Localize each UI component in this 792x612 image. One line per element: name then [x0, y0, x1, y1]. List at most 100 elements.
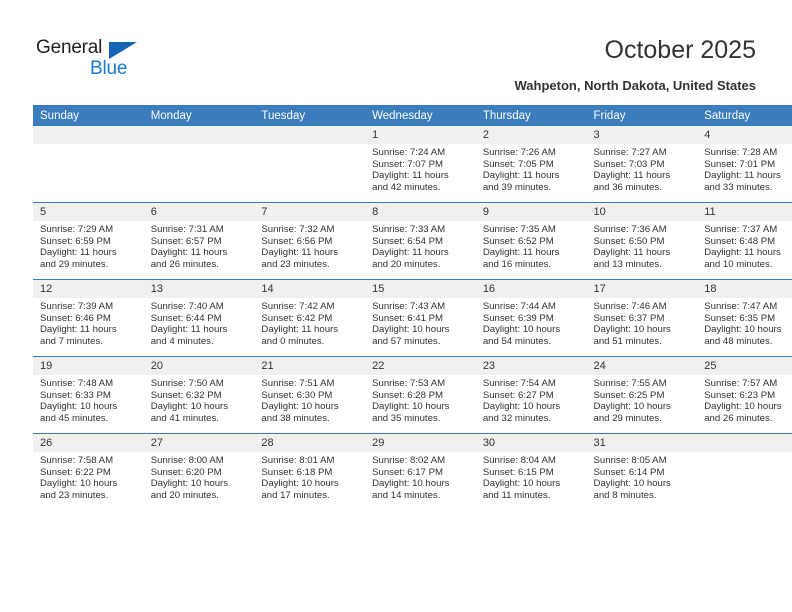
- sunset-time: Sunset: 7:03 PM: [593, 158, 665, 170]
- sunset-time: Sunset: 6:48 PM: [704, 235, 776, 247]
- daylight-duration-line2: and 41 minutes.: [150, 412, 219, 424]
- calendar-day-cell[interactable]: 27 Sunrise: 8:00 AM Sunset: 6:20 PM Dayligh…: [143, 433, 255, 510]
- sunset-time: Sunset: 6:25 PM: [593, 389, 665, 401]
- calendar-day-cell[interactable]: 4 Sunrise: 7:28 AM Sunset: 7:01 PM Daylight…: [697, 126, 792, 203]
- calendar-day-cell[interactable]: 26 Sunrise: 7:58 AM Sunset: 6:22 PM Dayligh…: [33, 433, 144, 510]
- day-details: Sunrise: 7:57 AM Sunset: 6:23 PM Daylight:…: [697, 375, 792, 424]
- calendar-day-cell[interactable]: 7 Sunrise: 7:32 AM Sunset: 6:56 PM Daylight…: [254, 202, 366, 280]
- day-details: Sunrise: 7:47 AM Sunset: 6:35 PM Daylight:…: [697, 298, 792, 347]
- calendar-day-cell[interactable]: 22 Sunrise: 7:53 AM Sunset: 6:28 PM Dayligh…: [365, 356, 476, 434]
- day-number: 8: [365, 203, 476, 221]
- calendar-table: Sunday Monday Tuesday Wednesday Thursday…: [33, 105, 792, 510]
- calendar-day-cell[interactable]: 25 Sunrise: 7:57 AM Sunset: 6:23 PM Dayligh…: [697, 356, 792, 434]
- day-details: Sunrise: 7:31 AM Sunset: 6:57 PM Daylight:…: [144, 221, 255, 270]
- calendar-day-cell[interactable]: 2 Sunrise: 7:26 AM Sunset: 7:05 PM Daylight…: [475, 126, 587, 203]
- day-details: Sunrise: 8:00 AM Sunset: 6:20 PM Daylight:…: [144, 452, 255, 501]
- daylight-duration-line2: and 26 minutes.: [704, 412, 773, 424]
- day-details: Sunrise: 7:44 AM Sunset: 6:39 PM Daylight:…: [476, 298, 587, 347]
- day-number: 3: [586, 126, 698, 144]
- calendar-day-cell[interactable]: 30 Sunrise: 8:04 AM Sunset: 6:15 PM Dayligh…: [475, 433, 587, 510]
- day-number: 13: [143, 280, 255, 298]
- calendar-day-cell[interactable]: 24 Sunrise: 7:55 AM Sunset: 6:25 PM Dayligh…: [586, 356, 698, 434]
- calendar-day-cell[interactable]: 6 Sunrise: 7:31 AM Sunset: 6:57 PM Daylight…: [143, 202, 255, 280]
- calendar-day-cell[interactable]: 3 Sunrise: 7:27 AM Sunset: 7:03 PM Daylight…: [586, 126, 698, 203]
- daylight-duration-line2: and 57 minutes.: [372, 335, 441, 347]
- calendar-day-cell[interactable]: 29 Sunrise: 8:02 AM Sunset: 6:17 PM Dayligh…: [365, 433, 476, 510]
- sunset-time: Sunset: 6:27 PM: [482, 389, 554, 401]
- calendar-day-cell[interactable]: 31 Sunrise: 8:05 AM Sunset: 6:14 PM Dayligh…: [586, 433, 698, 510]
- calendar-day-cell[interactable]: 18 Sunrise: 7:47 AM Sunset: 6:35 PM Dayligh…: [697, 279, 792, 357]
- day-number: 28: [254, 434, 366, 452]
- sunrise-time: Sunrise: 7:37 AM: [704, 224, 778, 235]
- calendar-day-cell[interactable]: 28 Sunrise: 8:01 AM Sunset: 6:18 PM Dayligh…: [254, 433, 366, 510]
- daylight-duration-line2: and 51 minutes.: [593, 335, 662, 347]
- daylight-duration-line1: Daylight: 11 hours: [482, 170, 560, 182]
- calendar-week-row: 26 Sunrise: 7:58 AM Sunset: 6:22 PM Dayligh…: [33, 433, 792, 510]
- calendar-day-cell[interactable]: 14 Sunrise: 7:42 AM Sunset: 6:42 PM Dayligh…: [254, 279, 366, 357]
- day-details: Sunrise: 7:35 AM Sunset: 6:52 PM Daylight:…: [476, 221, 587, 270]
- day-details: Sunrise: 7:42 AM Sunset: 6:42 PM Daylight:…: [254, 298, 365, 347]
- calendar-day-cell[interactable]: 9 Sunrise: 7:35 AM Sunset: 6:52 PM Daylight…: [475, 202, 587, 280]
- daylight-duration-line1: Daylight: 11 hours: [704, 170, 781, 182]
- daylight-duration-line1: Daylight: 10 hours: [593, 401, 671, 413]
- daylight-duration-line2: and 0 minutes.: [261, 335, 325, 347]
- sunrise-time: Sunrise: 8:01 AM: [261, 455, 335, 466]
- sunset-time: Sunset: 6:17 PM: [372, 466, 444, 478]
- day-details: Sunrise: 7:32 AM Sunset: 6:56 PM Daylight:…: [254, 221, 365, 270]
- daylight-duration-line2: and 42 minutes.: [372, 181, 441, 193]
- calendar-day-cell[interactable]: 12 Sunrise: 7:39 AM Sunset: 6:46 PM Dayligh…: [33, 279, 144, 357]
- calendar-page: General Blue October 2025 Wahpeton, Nort…: [0, 0, 792, 612]
- daylight-duration-line2: and 35 minutes.: [372, 412, 441, 424]
- calendar-day-cell[interactable]: 16 Sunrise: 7:44 AM Sunset: 6:39 PM Dayligh…: [475, 279, 587, 357]
- day-number: 25: [697, 357, 792, 375]
- calendar-day-cell[interactable]: 8 Sunrise: 7:33 AM Sunset: 6:54 PM Daylight…: [365, 202, 476, 280]
- calendar-day-cell[interactable]: 19 Sunrise: 7:48 AM Sunset: 6:33 PM Dayligh…: [33, 356, 144, 434]
- daylight-duration-line1: Daylight: 11 hours: [150, 247, 228, 259]
- daylight-duration-line2: and 7 minutes.: [40, 335, 103, 347]
- calendar-day-cell-empty: [697, 433, 792, 510]
- calendar-day-cell[interactable]: 13 Sunrise: 7:40 AM Sunset: 6:44 PM Dayligh…: [143, 279, 255, 357]
- calendar-day-cell[interactable]: 21 Sunrise: 7:51 AM Sunset: 6:30 PM Dayligh…: [254, 356, 366, 434]
- sunset-time: Sunset: 6:18 PM: [261, 466, 333, 478]
- calendar-day-cell[interactable]: 20 Sunrise: 7:50 AM Sunset: 6:32 PM Dayligh…: [143, 356, 255, 434]
- calendar-day-cell[interactable]: 1 Sunrise: 7:24 AM Sunset: 7:07 PM Daylight…: [365, 126, 476, 203]
- calendar-day-cell[interactable]: 10 Sunrise: 7:36 AM Sunset: 6:50 PM Dayligh…: [586, 202, 698, 280]
- day-number: 18: [697, 280, 792, 298]
- daylight-duration-line2: and 39 minutes.: [482, 181, 552, 193]
- day-number: 16: [475, 280, 587, 298]
- sunset-time: Sunset: 6:30 PM: [261, 389, 333, 401]
- daylight-duration-line1: Daylight: 11 hours: [261, 324, 339, 336]
- day-details: Sunrise: 7:51 AM Sunset: 6:30 PM Daylight:…: [254, 375, 365, 424]
- sunset-time: Sunset: 6:14 PM: [593, 466, 665, 478]
- sunset-time: Sunset: 6:57 PM: [150, 235, 222, 247]
- daylight-duration-line2: and 26 minutes.: [150, 258, 219, 270]
- general-blue-logo[interactable]: General Blue: [36, 37, 176, 85]
- calendar-day-cell[interactable]: 23 Sunrise: 7:54 AM Sunset: 6:27 PM Dayligh…: [475, 356, 587, 434]
- day-number: 30: [475, 434, 587, 452]
- day-number: 20: [143, 357, 255, 375]
- day-details: Sunrise: 7:40 AM Sunset: 6:44 PM Daylight:…: [144, 298, 255, 347]
- day-number: 14: [254, 280, 366, 298]
- daylight-duration-line1: Daylight: 11 hours: [150, 324, 228, 336]
- sunset-time: Sunset: 6:42 PM: [261, 312, 333, 324]
- daylight-duration-line2: and 8 minutes.: [593, 489, 657, 501]
- sunset-time: Sunset: 6:32 PM: [150, 389, 222, 401]
- sunset-time: Sunset: 6:20 PM: [150, 466, 222, 478]
- day-details: Sunrise: 7:36 AM Sunset: 6:50 PM Daylight:…: [587, 221, 698, 270]
- day-number: 11: [697, 203, 792, 221]
- day-number: 4: [697, 126, 792, 144]
- daylight-duration-line2: and 17 minutes.: [261, 489, 330, 501]
- sunrise-time: Sunrise: 8:00 AM: [150, 455, 224, 466]
- sunrise-time: Sunrise: 7:24 AM: [372, 147, 446, 158]
- calendar-day-cell[interactable]: 11 Sunrise: 7:37 AM Sunset: 6:48 PM Dayligh…: [697, 202, 792, 280]
- sunrise-time: Sunrise: 7:27 AM: [593, 147, 667, 158]
- daylight-duration-line1: Daylight: 10 hours: [150, 401, 229, 413]
- calendar-day-cell[interactable]: 5 Sunrise: 7:29 AM Sunset: 6:59 PM Daylight…: [33, 202, 144, 280]
- daylight-duration-line1: Daylight: 10 hours: [150, 478, 229, 490]
- calendar-day-cell[interactable]: 17 Sunrise: 7:46 AM Sunset: 6:37 PM Dayligh…: [586, 279, 698, 357]
- sunrise-time: Sunrise: 7:42 AM: [261, 301, 335, 312]
- calendar-day-cell[interactable]: 15 Sunrise: 7:43 AM Sunset: 6:41 PM Dayligh…: [365, 279, 476, 357]
- day-number: 22: [365, 357, 476, 375]
- weekday-header-sunday: Sunday: [33, 105, 144, 126]
- daylight-duration-line2: and 36 minutes.: [593, 181, 662, 193]
